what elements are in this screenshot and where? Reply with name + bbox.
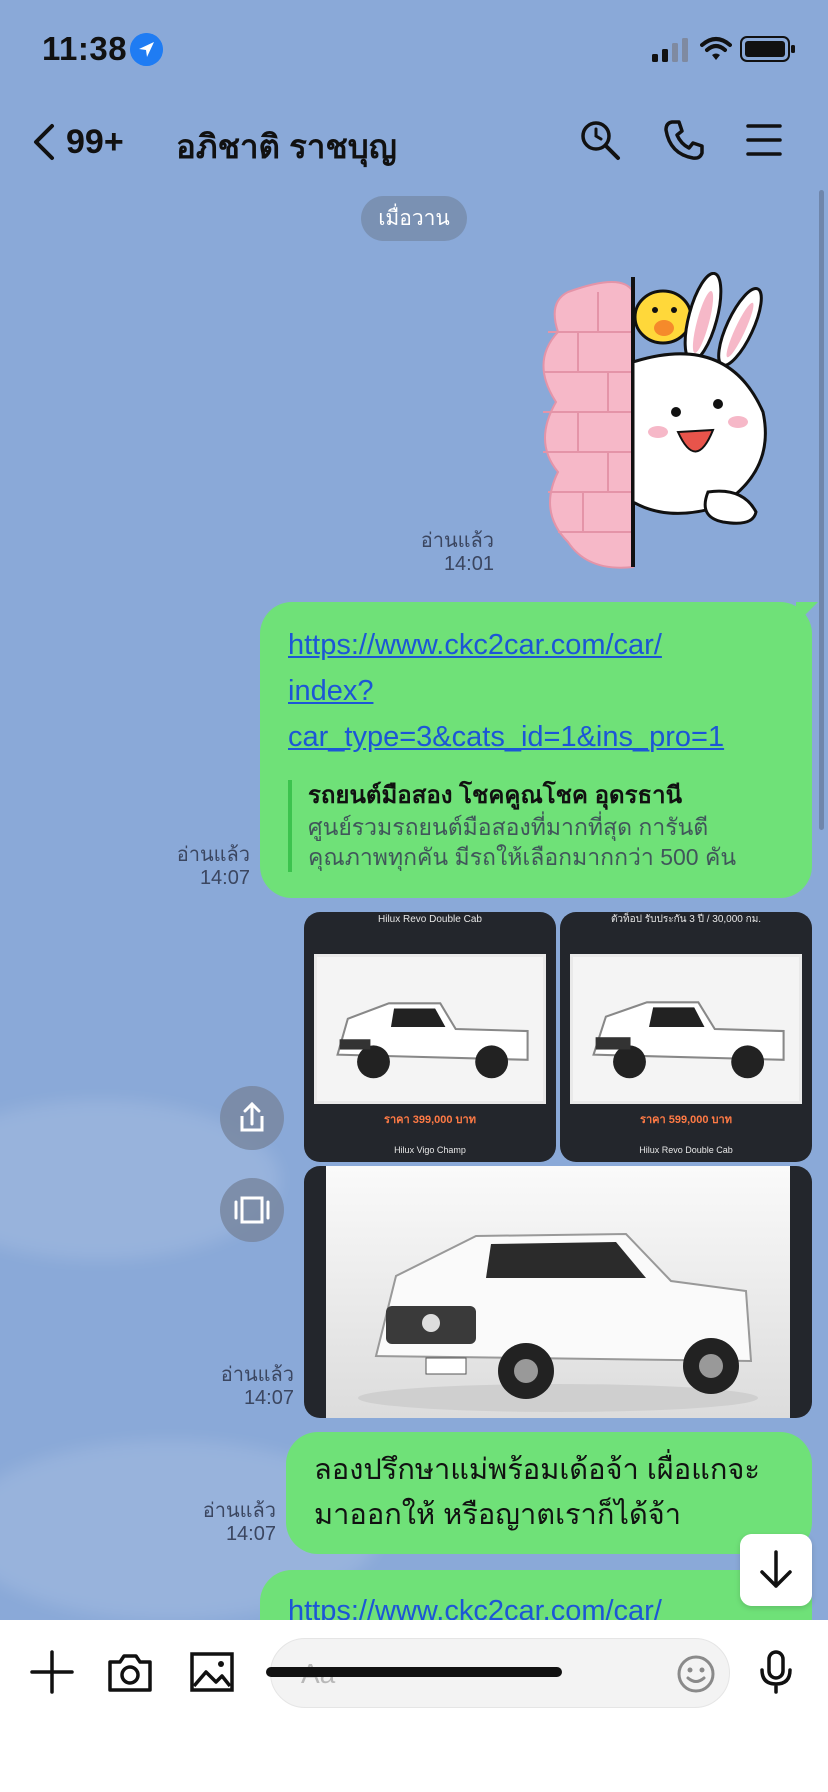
message-time: 14:07 <box>243 1387 294 1409</box>
link-preview[interactable]: รถยนต์มือสอง โชคคูณโชค อุดรธานี ศูนย์รวม… <box>288 780 798 872</box>
car-photo-large[interactable] <box>304 1166 812 1418</box>
pickup-truck-image <box>358 1232 758 1412</box>
photo-footer: Hilux Vigo Champ <box>394 1145 466 1155</box>
share-icon[interactable] <box>220 1086 284 1150</box>
link-preview-description: คุณภาพทุกคัน มีรถให้เลือกมากกว่า 500 คัน <box>308 844 737 870</box>
emoji-icon[interactable] <box>676 1654 716 1694</box>
photo-caption: Hilux Revo Double Cab <box>378 914 482 925</box>
read-status: อ่านแล้ว <box>220 1364 294 1386</box>
message-time: 14:01 <box>443 553 494 575</box>
chevron-left-icon <box>34 124 54 160</box>
read-status: อ่านแล้ว <box>176 844 250 866</box>
read-status: อ่านแล้ว <box>420 530 494 552</box>
message-meta: อ่านแล้ว 14:07 <box>166 1500 276 1546</box>
message-meta: อ่านแล้ว 14:07 <box>184 1364 294 1410</box>
status-time: 11:38 <box>42 30 128 67</box>
photo-frame <box>314 954 546 1104</box>
link-preview-title: รถยนต์มือสอง โชคคูณโชค อุดรธานี <box>308 782 683 809</box>
chat-header: 99+ อภิชาติ ราชบุญ <box>0 100 828 182</box>
car-photo-tile[interactable]: Hilux Revo Double Cab ราคา 399,000 บาท H… <box>304 912 556 1162</box>
message-meta: อ่านแล้ว 14:07 <box>140 844 250 890</box>
chat-title: อภิชาติ ราชบุญ <box>176 128 397 165</box>
photo-footer: Hilux Revo Double Cab <box>639 1145 733 1155</box>
link-preview-description: ศูนย์รวมรถยนต์มือสองที่มากที่สุด การันตี <box>308 814 709 840</box>
date-divider: เมื่อวาน <box>361 196 467 241</box>
scroll-to-bottom-button[interactable] <box>740 1534 812 1606</box>
link-url-line[interactable]: https://www.ckc2car.com/car/ <box>288 622 798 668</box>
pickup-truck-image <box>592 1001 785 1079</box>
link-url[interactable]: https://www.ckc2car.com/car/ index? car_… <box>288 622 798 760</box>
back-button[interactable]: 99+ <box>30 120 124 164</box>
link-message-bubble[interactable]: https://www.ckc2car.com/car/ index? car_… <box>260 602 812 898</box>
car-photo-tile[interactable]: ตัวท็อป รับประกัน 3 ปี / 30,000 กม. ราคา… <box>560 912 812 1162</box>
wifi-icon <box>700 37 732 60</box>
photo-price: ราคา 599,000 บาท <box>640 1114 732 1126</box>
search-icon[interactable] <box>578 118 622 162</box>
status-bar: 11:38 <box>0 0 828 100</box>
menu-icon[interactable] <box>742 118 786 162</box>
message-text-line: มาออกให้ หรือญาตเราก็ได้จ้า <box>314 1499 682 1531</box>
link-url-line[interactable]: car_type=3&cats_id=1&ins_pro=1 <box>288 714 798 760</box>
phone-call-icon[interactable] <box>662 118 706 162</box>
photo-price: ราคา 399,000 บาท <box>384 1114 476 1126</box>
message-text-line: ลองปรึกษาแม่พร้อมเด้อจ้า เผื่อแกจะ <box>314 1454 760 1486</box>
text-message-bubble[interactable]: ลองปรึกษาแม่พร้อมเด้อจ้า เผื่อแกจะ มาออก… <box>286 1432 812 1554</box>
cellular-signal-icon <box>652 38 688 62</box>
plus-icon[interactable] <box>28 1648 76 1696</box>
home-indicator <box>266 1667 562 1677</box>
scrollbar[interactable] <box>819 190 824 830</box>
battery-icon <box>740 36 795 62</box>
message-time: 14:07 <box>199 867 250 889</box>
link-url-line[interactable]: index? <box>288 668 798 714</box>
photo-frame <box>326 1166 790 1418</box>
location-arrow-icon <box>130 33 163 66</box>
microphone-icon[interactable] <box>752 1648 800 1696</box>
message-meta: อ่านแล้ว 14:01 <box>384 530 494 576</box>
chat-screen: 11:38 99+ อภิชาติ ราชบุญ เมื่อวาน อ่านแล… <box>0 0 828 1792</box>
photo-frame <box>570 954 802 1104</box>
camera-icon[interactable] <box>106 1648 154 1696</box>
message-time: 14:07 <box>225 1523 276 1545</box>
sticker-message[interactable] <box>528 272 778 572</box>
message-input-bar <box>0 1620 828 1792</box>
album-view-icon[interactable] <box>220 1178 284 1242</box>
unread-count: 99+ <box>66 122 124 161</box>
photo-caption: ตัวท็อป รับประกัน 3 ปี / 30,000 กม. <box>610 914 762 925</box>
read-status: อ่านแล้ว <box>202 1500 276 1522</box>
pickup-truck-image <box>336 1002 529 1079</box>
image-gallery-icon[interactable] <box>188 1648 236 1696</box>
